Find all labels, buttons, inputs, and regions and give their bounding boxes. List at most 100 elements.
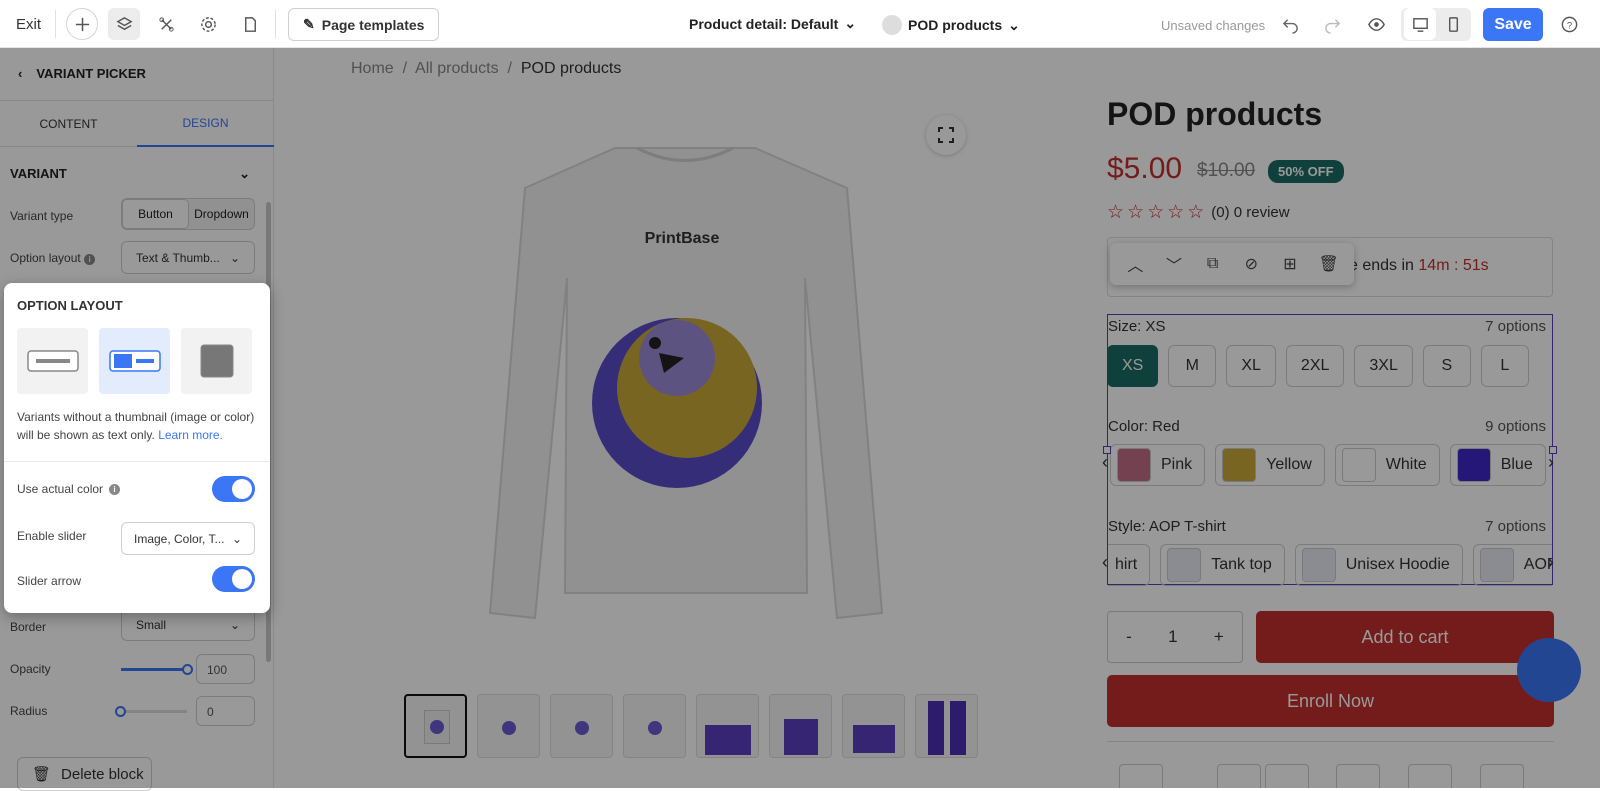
slider-next-arrow-icon[interactable]: › bbox=[1548, 452, 1554, 473]
color-option[interactable]: Yellow bbox=[1215, 444, 1325, 486]
learn-more-link[interactable]: Learn more. bbox=[158, 428, 223, 442]
thumbnail[interactable] bbox=[477, 694, 540, 758]
opacity-slider-track[interactable] bbox=[121, 668, 187, 671]
variant-type-dropdown-option[interactable]: Dropdown bbox=[189, 199, 254, 229]
slider-prev-arrow-icon[interactable]: ‹ bbox=[1102, 452, 1108, 473]
tab-content[interactable]: CONTENT bbox=[0, 101, 137, 147]
opacity-slider-handle[interactable] bbox=[182, 664, 193, 675]
breadcrumb-home[interactable]: Home bbox=[351, 60, 394, 77]
color-option[interactable]: White bbox=[1334, 444, 1440, 486]
size-option[interactable]: XS bbox=[1107, 345, 1159, 387]
product-image[interactable]: PrintBase bbox=[487, 143, 883, 673]
layout-text-thumbnail-option[interactable] bbox=[99, 328, 170, 394]
quantity-increase-button[interactable]: + bbox=[1214, 627, 1224, 647]
variant-type-button-option[interactable]: Button bbox=[122, 199, 189, 229]
quantity-decrease-button[interactable]: - bbox=[1126, 627, 1132, 647]
slider-arrow-label: Slider arrow bbox=[17, 574, 82, 588]
undo-icon[interactable] bbox=[1274, 8, 1306, 40]
enroll-now-button[interactable]: Enroll Now bbox=[1107, 675, 1554, 727]
unsaved-status: Unsaved changes bbox=[1161, 18, 1266, 33]
pages-icon[interactable] bbox=[234, 8, 266, 40]
countdown-text: e ends in 14m : 51s bbox=[1349, 257, 1489, 275]
delete-block-button[interactable]: 🗑 Delete block bbox=[17, 757, 152, 791]
layout-text-only-option[interactable] bbox=[17, 328, 88, 394]
radius-slider-handle[interactable] bbox=[115, 706, 126, 717]
mobile-icon[interactable] bbox=[1437, 8, 1469, 40]
variant-picker-block[interactable]: Size: XS 7 options XS M XL 2XL 3XL S L C… bbox=[1102, 314, 1557, 586]
color-name: White bbox=[1385, 456, 1427, 473]
size-option[interactable]: XL bbox=[1226, 345, 1276, 387]
layout-thumbnail-only-option[interactable] bbox=[181, 328, 252, 394]
page-templates-button[interactable]: ✎ Page templates bbox=[288, 8, 440, 41]
help-icon[interactable]: ? bbox=[1553, 8, 1585, 40]
color-options: Pink Yellow White Blue bbox=[1110, 444, 1552, 486]
quantity-stepper: - 1 + bbox=[1107, 611, 1243, 663]
color-swatch bbox=[1341, 448, 1376, 482]
move-up-icon[interactable]: ︿ bbox=[1123, 252, 1147, 276]
style-option[interactable]: AOP bbox=[1472, 544, 1552, 586]
radius-slider-track[interactable] bbox=[121, 710, 187, 713]
desktop-icon[interactable] bbox=[1404, 8, 1436, 40]
duplicate-icon[interactable]: ⧉ bbox=[1201, 252, 1225, 276]
thumbnail[interactable] bbox=[404, 694, 467, 758]
style-option[interactable]: Tank top bbox=[1160, 544, 1285, 586]
color-swatch bbox=[1117, 448, 1151, 482]
thumbnail[interactable] bbox=[769, 694, 832, 758]
hide-icon[interactable]: ⊘ bbox=[1239, 252, 1263, 276]
payment-icon bbox=[1336, 764, 1380, 788]
trash-icon: 🗑 bbox=[32, 766, 52, 783]
payment-icon bbox=[1265, 764, 1309, 788]
exit-button[interactable]: Exit bbox=[16, 16, 41, 33]
thumbnail[interactable] bbox=[842, 694, 905, 758]
size-option[interactable]: L bbox=[1480, 345, 1529, 387]
section-variant-header[interactable]: VARIANT ⌄ bbox=[10, 166, 250, 182]
payment-icon bbox=[1408, 764, 1452, 788]
chat-widget-icon[interactable] bbox=[1517, 638, 1581, 702]
top-bar: Exit ✎ Page templates Product detail: De… bbox=[0, 0, 1600, 48]
size-option[interactable]: M bbox=[1168, 345, 1217, 387]
add-icon[interactable] bbox=[66, 8, 98, 40]
preview-eye-icon[interactable] bbox=[1360, 8, 1392, 40]
size-option[interactable]: S bbox=[1422, 345, 1471, 387]
settings-gear-icon[interactable] bbox=[192, 8, 224, 40]
option-layout-select[interactable]: Text & Thumb... ⌄ bbox=[121, 241, 255, 274]
thumbnail[interactable] bbox=[550, 694, 613, 758]
size-option[interactable]: 2XL bbox=[1285, 345, 1345, 387]
quantity-value[interactable]: 1 bbox=[1168, 627, 1177, 647]
tab-design[interactable]: DESIGN bbox=[137, 101, 274, 147]
color-option[interactable]: Pink bbox=[1110, 444, 1206, 486]
radius-input[interactable]: 0 bbox=[196, 696, 255, 726]
resize-handle[interactable] bbox=[1103, 446, 1111, 454]
product-selector[interactable]: POD products ⌄ bbox=[882, 15, 1020, 35]
thumbnail[interactable] bbox=[696, 694, 759, 758]
shirt-brand: PrintBase bbox=[645, 230, 720, 247]
use-actual-color-toggle[interactable] bbox=[212, 476, 255, 502]
product-title: POD products bbox=[1107, 96, 1323, 132]
breadcrumb-all-products[interactable]: All products bbox=[415, 60, 499, 77]
page-selector[interactable]: Product detail: Default ⌄ bbox=[689, 15, 856, 32]
add-to-cart-button[interactable]: Add to cart bbox=[1256, 611, 1554, 663]
enable-slider-select[interactable]: Image, Color, T... ⌄ bbox=[121, 522, 255, 555]
style-option[interactable]: Unisex Hoodie bbox=[1294, 544, 1463, 586]
size-options: XS M XL 2XL 3XL S L bbox=[1107, 345, 1529, 387]
color-option[interactable]: Blue bbox=[1449, 444, 1546, 486]
save-as-widget-icon[interactable]: ⊞ bbox=[1278, 252, 1302, 276]
opacity-input[interactable]: 100 bbox=[196, 654, 255, 684]
move-down-icon[interactable]: ﹀ bbox=[1162, 252, 1186, 276]
slider-next-arrow-icon[interactable]: › bbox=[1548, 552, 1554, 573]
apps-icon[interactable] bbox=[150, 8, 182, 40]
redo-icon[interactable] bbox=[1316, 8, 1348, 40]
slider-arrow-toggle[interactable] bbox=[212, 566, 255, 592]
fullscreen-icon[interactable] bbox=[926, 115, 966, 155]
size-option[interactable]: 3XL bbox=[1354, 345, 1413, 387]
thumbnail[interactable] bbox=[623, 694, 686, 758]
style-option[interactable]: hirt bbox=[1108, 544, 1151, 586]
resize-handle[interactable] bbox=[1549, 446, 1557, 454]
save-button[interactable]: Save bbox=[1483, 8, 1543, 41]
back-button[interactable]: ‹ VARIANT PICKER bbox=[18, 66, 146, 81]
slider-prev-arrow-icon[interactable]: ‹ bbox=[1102, 552, 1108, 573]
chevron-down-icon: ⌄ bbox=[229, 617, 240, 632]
delete-icon[interactable]: 🗑 bbox=[1317, 252, 1341, 276]
layers-icon[interactable] bbox=[108, 8, 140, 40]
thumbnail[interactable] bbox=[915, 694, 978, 758]
